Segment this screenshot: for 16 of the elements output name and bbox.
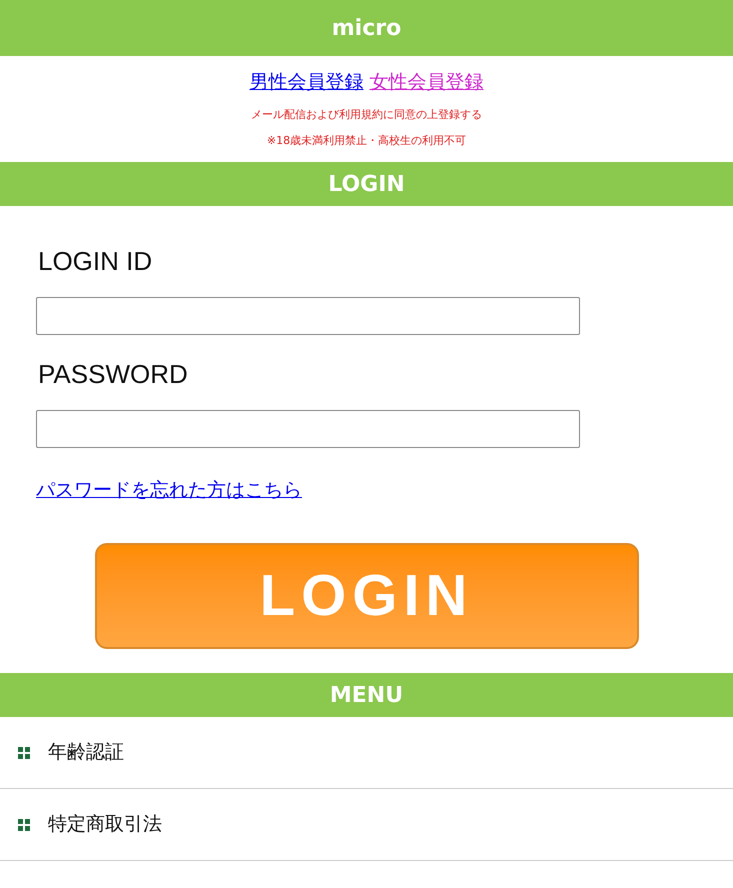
input-field[interactable] bbox=[36, 410, 580, 448]
notice-text: ※18歳未満利用禁止・高校生の利用不可 bbox=[266, 133, 466, 149]
forgot-password-link[interactable]: パスワードを忘れた方はこちら bbox=[36, 476, 302, 504]
field-label: LOGIN ID bbox=[38, 245, 154, 278]
field-label: PASSWORD bbox=[38, 358, 189, 391]
grid-icon bbox=[18, 818, 30, 830]
grid-icon bbox=[18, 746, 30, 758]
section-header: LOGIN bbox=[0, 162, 733, 206]
menu-item[interactable]: 特定商取引法 bbox=[48, 810, 162, 839]
menu-item[interactable]: 年齢認証 bbox=[48, 738, 124, 767]
register-link[interactable]: 男性会員登録 bbox=[250, 68, 364, 96]
register-link[interactable]: 女性会員登録 bbox=[370, 68, 484, 96]
input-field[interactable] bbox=[36, 297, 580, 335]
notice-text: メール配信および利用規約に同意の上登録する bbox=[251, 106, 482, 122]
site-header: micro bbox=[0, 0, 733, 56]
section-header: MENU bbox=[0, 673, 733, 717]
